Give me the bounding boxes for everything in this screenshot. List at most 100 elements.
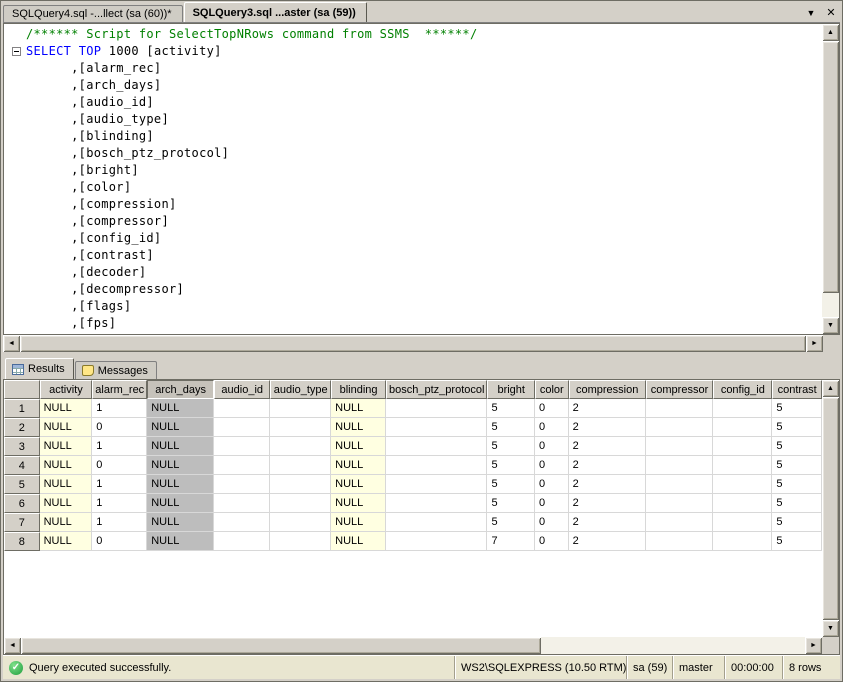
grid-cell[interactable] (386, 437, 487, 456)
grid-cell[interactable]: 0 (535, 418, 569, 437)
select-all-corner[interactable] (4, 380, 40, 399)
grid-cell[interactable]: 5 (487, 494, 535, 513)
grid-cell[interactable] (214, 456, 270, 475)
grid-cell[interactable] (270, 513, 331, 532)
grid-cell[interactable] (214, 437, 270, 456)
grid-cell[interactable]: 0 (535, 494, 569, 513)
grid-cell[interactable]: 2 (569, 475, 646, 494)
results-vscroll-thumb[interactable] (822, 397, 839, 620)
column-header-arch_days[interactable]: arch_days (147, 380, 214, 399)
grid-cell[interactable]: 5 (487, 456, 535, 475)
grid-cell[interactable]: 5 (772, 494, 822, 513)
row-header[interactable]: 1 (4, 399, 40, 418)
grid-cell[interactable] (646, 418, 714, 437)
grid-cell[interactable]: NULL (147, 532, 214, 551)
grid-cell[interactable] (646, 456, 714, 475)
grid-cell[interactable]: 5 (772, 418, 822, 437)
grid-cell[interactable]: 1 (92, 437, 147, 456)
results-hscroll-thumb[interactable] (21, 637, 541, 654)
grid-cell[interactable]: NULL (147, 399, 214, 418)
grid-cell[interactable] (713, 513, 772, 532)
grid-cell[interactable]: 5 (772, 437, 822, 456)
grid-cell[interactable] (214, 494, 270, 513)
grid-cell[interactable] (713, 418, 772, 437)
column-header-blinding[interactable]: blinding (331, 380, 386, 399)
grid-cell[interactable] (646, 513, 714, 532)
editor-vertical-scrollbar[interactable]: ▲ ▼ (822, 24, 839, 334)
column-header-color[interactable]: color (535, 380, 569, 399)
tab-sqlquery4[interactable]: SQLQuery4.sql -...llect (sa (60))* (3, 5, 183, 22)
grid-cell[interactable]: 2 (569, 532, 646, 551)
grid-cell[interactable]: NULL (40, 399, 93, 418)
grid-cell[interactable]: 5 (772, 475, 822, 494)
grid-cell[interactable]: NULL (331, 513, 386, 532)
column-header-compressor[interactable]: compressor (646, 380, 714, 399)
grid-cell[interactable] (713, 399, 772, 418)
grid-cell[interactable] (646, 494, 714, 513)
grid-cell[interactable] (214, 399, 270, 418)
tab-results[interactable]: Results (5, 358, 74, 379)
results-scroll-up-icon[interactable]: ▲ (822, 380, 839, 397)
column-header-audio_type[interactable]: audio_type (270, 380, 331, 399)
grid-cell[interactable] (713, 494, 772, 513)
grid-cell[interactable]: 5 (487, 418, 535, 437)
grid-cell[interactable] (386, 456, 487, 475)
grid-cell[interactable]: 0 (92, 456, 147, 475)
grid-cell[interactable] (270, 494, 331, 513)
grid-cell[interactable]: 0 (92, 418, 147, 437)
grid-cell[interactable]: NULL (40, 456, 93, 475)
grid-cell[interactable]: NULL (40, 532, 93, 551)
grid-cell[interactable] (713, 532, 772, 551)
grid-cell[interactable] (214, 418, 270, 437)
grid-cell[interactable]: NULL (40, 513, 93, 532)
grid-cell[interactable]: 2 (569, 456, 646, 475)
grid-cell[interactable]: 5 (487, 437, 535, 456)
grid-cell[interactable]: 2 (569, 494, 646, 513)
grid-cell[interactable] (713, 437, 772, 456)
grid-cell[interactable]: NULL (40, 475, 93, 494)
row-header[interactable]: 6 (4, 494, 40, 513)
results-scroll-down-icon[interactable]: ▼ (822, 620, 839, 637)
results-horizontal-scrollbar[interactable]: ◄ ► (4, 637, 822, 654)
grid-cell[interactable]: 2 (569, 399, 646, 418)
scroll-left-icon[interactable]: ◄ (3, 335, 20, 352)
column-header-contrast[interactable]: contrast (772, 380, 822, 399)
grid-cell[interactable]: NULL (331, 437, 386, 456)
grid-cell[interactable]: 0 (535, 532, 569, 551)
grid-cell[interactable]: NULL (40, 437, 93, 456)
scroll-up-icon[interactable]: ▲ (822, 24, 839, 41)
tab-messages[interactable]: Messages (75, 361, 157, 379)
grid-cell[interactable]: NULL (331, 532, 386, 551)
grid-cell[interactable]: 5 (772, 399, 822, 418)
grid-cell[interactable] (214, 475, 270, 494)
grid-cell[interactable]: 0 (92, 532, 147, 551)
results-vertical-scrollbar[interactable]: ▲ ▼ (822, 380, 839, 637)
grid-cell[interactable] (386, 513, 487, 532)
editor-horizontal-scrollbar[interactable]: ◄ ► (3, 335, 823, 352)
grid-cell[interactable]: 0 (535, 456, 569, 475)
row-header[interactable]: 3 (4, 437, 40, 456)
grid-cell[interactable] (270, 532, 331, 551)
grid-cell[interactable] (646, 437, 714, 456)
grid-cell[interactable] (386, 475, 487, 494)
grid-cell[interactable]: 1 (92, 513, 147, 532)
row-header[interactable]: 4 (4, 456, 40, 475)
grid-cell[interactable]: 2 (569, 513, 646, 532)
grid-cell[interactable]: NULL (40, 418, 93, 437)
row-header[interactable]: 8 (4, 532, 40, 551)
grid-cell[interactable] (214, 532, 270, 551)
scroll-right-icon[interactable]: ► (806, 335, 823, 352)
grid-cell[interactable] (214, 513, 270, 532)
column-header-compression[interactable]: compression (569, 380, 646, 399)
grid-cell[interactable]: 2 (569, 437, 646, 456)
grid-cell[interactable]: 5 (487, 399, 535, 418)
column-header-bosch_ptz_protocol[interactable]: bosch_ptz_protocol (386, 380, 487, 399)
grid-cell[interactable]: 5 (772, 532, 822, 551)
row-header[interactable]: 5 (4, 475, 40, 494)
scroll-down-icon[interactable]: ▼ (822, 317, 839, 334)
grid-cell[interactable]: NULL (331, 494, 386, 513)
fold-collapse-icon[interactable] (8, 43, 26, 60)
grid-cell[interactable]: 7 (487, 532, 535, 551)
editor-hscroll-thumb[interactable] (20, 335, 806, 352)
grid-cell[interactable] (713, 456, 772, 475)
